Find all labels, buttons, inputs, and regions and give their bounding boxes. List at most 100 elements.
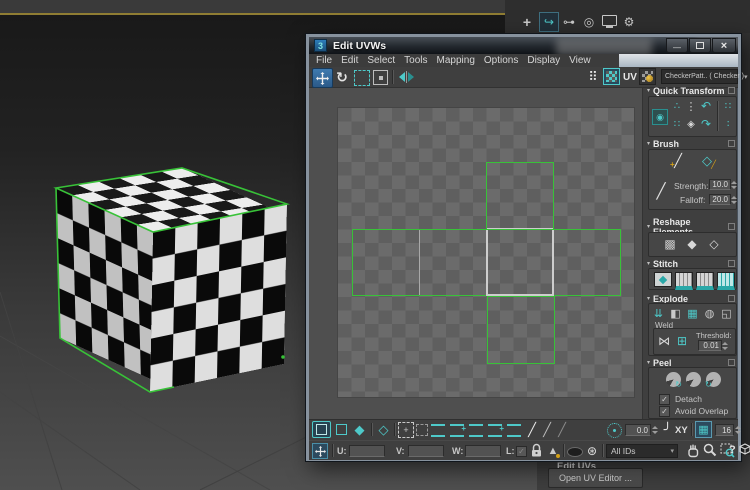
- rollout-pin-icon[interactable]: [728, 295, 735, 302]
- threshold-value[interactable]: 0.01: [698, 340, 722, 351]
- stitch-custom-icon[interactable]: [654, 272, 672, 287]
- grow-selection-button[interactable]: +: [398, 422, 414, 438]
- motion-tab-icon[interactable]: ◎: [581, 13, 597, 30]
- zoom-icon[interactable]: [703, 443, 717, 458]
- stitch-average-icon[interactable]: [696, 272, 714, 290]
- rollout-pin-icon[interactable]: [728, 87, 735, 94]
- weld-selected-icon[interactable]: ⋈: [656, 333, 672, 349]
- utilities-tab-icon[interactable]: ⚙: [621, 13, 637, 30]
- texture-map-dropdown[interactable]: CheckerPatt.. ( Checker ) ▾: [661, 69, 747, 84]
- strength-spinner[interactable]: [731, 179, 737, 190]
- show-map-icon[interactable]: ⠿: [585, 69, 601, 85]
- align-vertical-icon[interactable]: ⋮: [685, 99, 697, 113]
- peel-mode-icon[interactable]: [686, 372, 701, 387]
- help-icon[interactable]: ?: [729, 444, 736, 456]
- menu-display[interactable]: Display: [526, 55, 561, 66]
- rollout-pin-icon[interactable]: [728, 140, 735, 147]
- checker-tiling-button[interactable]: [603, 68, 620, 85]
- paint-move-brush-icon[interactable]: ╱ +: [669, 153, 687, 169]
- weld-target-icon[interactable]: ⊞: [674, 333, 690, 349]
- lock-aspect-checkbox[interactable]: ✓: [516, 446, 527, 457]
- freeze-icon[interactable]: ⊛: [585, 443, 599, 459]
- explode-grid-icon[interactable]: ▦: [685, 306, 700, 320]
- grid-size-spinner[interactable]: [734, 424, 741, 436]
- detach-checkbox[interactable]: ✓: [659, 394, 670, 405]
- move-tool-button[interactable]: [312, 68, 333, 88]
- brush-header[interactable]: ▾ Brush: [647, 138, 737, 149]
- rotate-tool-button[interactable]: ↻: [333, 68, 351, 86]
- strength-value[interactable]: 10.0: [709, 179, 731, 190]
- material-id-dropdown[interactable]: All IDs ▾: [606, 444, 678, 458]
- quick-peel-icon[interactable]: ↻: [666, 372, 682, 389]
- menu-view[interactable]: View: [568, 55, 592, 66]
- reshape-cube-outline-icon[interactable]: ◇: [706, 236, 722, 252]
- grid-snap-button[interactable]: ▦: [695, 421, 712, 438]
- absolute-typein-button[interactable]: [312, 443, 328, 459]
- select-element-rows-icon[interactable]: [507, 424, 521, 437]
- menu-file[interactable]: File: [315, 55, 333, 66]
- grid-size-value[interactable]: 16: [715, 424, 734, 436]
- select-column-plus-icon[interactable]: +: [488, 424, 504, 437]
- freeform-tool-button[interactable]: [373, 70, 388, 85]
- falloff-value[interactable]: 20.0: [709, 194, 731, 205]
- rotate-cw-icon[interactable]: ↷: [699, 117, 713, 131]
- pan-hand-icon[interactable]: [686, 443, 700, 458]
- pelt-map-icon[interactable]: ↻: [705, 372, 721, 389]
- falloff-spinner[interactable]: [731, 194, 737, 205]
- display-tab-icon[interactable]: [602, 15, 617, 26]
- create-tab-icon[interactable]: +: [519, 13, 535, 30]
- paint-select-remove-icon[interactable]: ╱: [555, 421, 569, 438]
- maximize-button[interactable]: [689, 38, 711, 53]
- relax-brush-icon[interactable]: ◇ ╱: [698, 153, 716, 169]
- rotate-ccw-icon[interactable]: ↶: [699, 99, 713, 113]
- rollout-pin-icon[interactable]: [728, 223, 735, 230]
- hide-by-material-icon[interactable]: [567, 447, 583, 457]
- rollout-pin-icon[interactable]: [728, 359, 735, 366]
- modify-tab-icon[interactable]: ↪: [539, 12, 559, 32]
- soft-selection-spinner[interactable]: [651, 424, 658, 436]
- explode-sphere-icon[interactable]: ◍: [702, 306, 717, 320]
- falloff-space-label[interactable]: XY: [675, 425, 688, 436]
- mirror-tool-button[interactable]: [397, 70, 415, 84]
- menu-options[interactable]: Options: [483, 55, 519, 66]
- menu-select[interactable]: Select: [366, 55, 396, 66]
- u-field[interactable]: [349, 445, 385, 457]
- stitch-source-icon[interactable]: [675, 272, 693, 290]
- align-element-icon[interactable]: ◈: [685, 117, 697, 131]
- uv-bottom-face-outline[interactable]: [487, 296, 555, 364]
- lock-selection-icon[interactable]: [530, 443, 543, 458]
- stitch-target-icon[interactable]: [717, 272, 735, 290]
- menu-edit[interactable]: Edit: [340, 55, 359, 66]
- scale-tool-button[interactable]: [354, 70, 370, 86]
- dialog-title-bar[interactable]: 3 Edit UVWs — ×: [309, 37, 738, 54]
- open-uv-editor-button[interactable]: Open UV Editor ...: [548, 468, 643, 488]
- rollout-pin-icon[interactable]: [728, 260, 735, 267]
- v-field[interactable]: [408, 445, 444, 457]
- shrink-selection-button[interactable]: [416, 424, 428, 436]
- uv-top-face-outline[interactable]: [486, 162, 554, 230]
- minimize-button[interactable]: —: [666, 38, 688, 53]
- zoom-extents-icon[interactable]: [738, 443, 750, 458]
- hierarchy-tab-icon[interactable]: ⊶: [561, 13, 577, 30]
- uv-canvas[interactable]: [309, 88, 643, 419]
- space-horizontal-icon[interactable]: ∷: [670, 117, 684, 131]
- select-row-icon[interactable]: [431, 424, 445, 437]
- paint-select-brush-icon[interactable]: ╱: [525, 421, 539, 438]
- explode-region-icon[interactable]: ◱: [719, 306, 734, 320]
- align-horizontal-icon[interactable]: ∴: [670, 99, 684, 113]
- menu-mapping[interactable]: Mapping: [436, 55, 476, 66]
- break-icon[interactable]: ⇊: [651, 306, 666, 320]
- menu-tools[interactable]: Tools: [403, 55, 428, 66]
- quick-transform-header[interactable]: ▾ Quick Transform: [647, 85, 737, 96]
- stack-dots-icon[interactable]: ∶: [721, 117, 735, 131]
- face-mode-button[interactable]: ◆: [351, 421, 368, 438]
- avoid-overlap-checkbox[interactable]: ✓: [659, 406, 670, 417]
- paint-select-add-icon[interactable]: ╱: [540, 421, 554, 438]
- quick-transform-gear-icon[interactable]: ◉: [652, 109, 668, 125]
- space-dots-icon[interactable]: ∷: [721, 99, 735, 113]
- reshape-header[interactable]: ▾ Reshape Elements: [647, 217, 737, 237]
- threshold-spinner[interactable]: [722, 340, 728, 351]
- soft-selection-icon[interactable]: [607, 423, 622, 438]
- vertex-mode-button[interactable]: [312, 421, 331, 438]
- reshape-cube-icon[interactable]: ◆: [684, 236, 700, 252]
